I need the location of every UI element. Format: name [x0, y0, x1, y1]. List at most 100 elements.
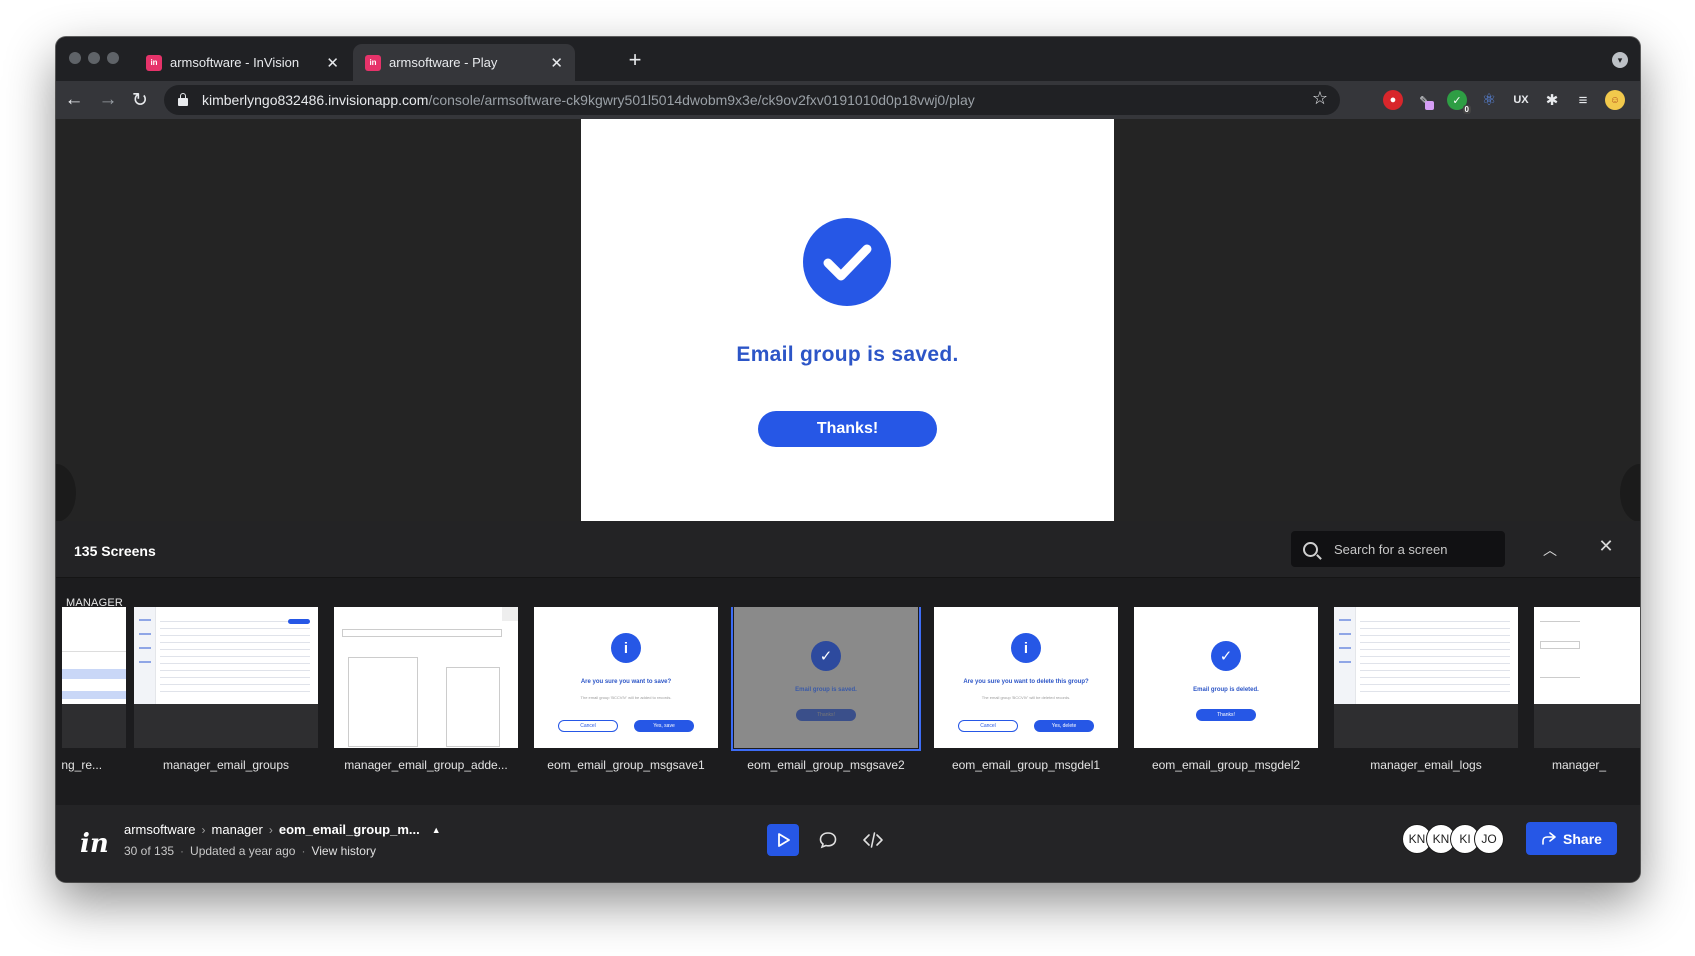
back-arrow-icon[interactable]: ← — [62, 88, 86, 112]
tab-title: armsoftware - Play — [389, 55, 498, 70]
screens-drawer: 135 Screens ︿ ✕ MANAGER ıting_re... — [56, 521, 1640, 805]
chevron-right-icon: › — [201, 822, 206, 837]
checkmark-icon: ✓ — [811, 641, 841, 671]
thumbnail-confirm: Yes, delete — [1034, 720, 1094, 732]
window-close-dot[interactable] — [69, 52, 81, 64]
thumbnail-confirm: Yes, save — [634, 720, 694, 732]
media-control-icon[interactable]: ≡ — [1573, 90, 1593, 110]
window-zoom-dot[interactable] — [107, 52, 119, 64]
success-message: Email group is saved. — [736, 343, 959, 366]
info-icon: i — [611, 633, 641, 663]
thumbnail-cancel: Cancel — [958, 720, 1018, 732]
search-icon — [1303, 541, 1318, 557]
shield-extension-icon[interactable]: ✓ 0 — [1447, 90, 1471, 114]
screen-thumbnail[interactable]: i Are you sure you want to delete this g… — [934, 607, 1118, 787]
bottom-bar: in armsoftware › manager › eom_email_gro… — [56, 805, 1640, 882]
avatar[interactable]: JO — [1474, 824, 1504, 854]
inspect-mode-button[interactable] — [857, 824, 889, 856]
new-tab-button[interactable]: + — [623, 47, 647, 73]
prototype-screen[interactable]: Email group is saved. Thanks! — [581, 119, 1114, 521]
screen-name: eom_email_group_msgdel1 — [951, 758, 1101, 772]
close-icon[interactable]: ✕ — [326, 54, 339, 72]
thumbnail-confirm: Thanks! — [1196, 709, 1256, 721]
code-icon — [863, 832, 883, 848]
preview-mode-button[interactable] — [767, 824, 799, 856]
prev-screen-handle[interactable] — [56, 464, 76, 522]
lock-icon — [178, 92, 188, 106]
tab-title: armsoftware - InVision — [170, 55, 300, 70]
window-minimize-dot[interactable] — [88, 52, 100, 64]
screen-thumbnail[interactable]: manager_email_logs — [1334, 607, 1518, 787]
bookmark-star-icon[interactable]: ☆ — [1312, 88, 1328, 109]
url-host: kimberlyngo832486.invisionapp.com — [202, 92, 429, 108]
screen-name: ıting_re... — [62, 758, 103, 772]
thumbnail-title: Email group is deleted. — [1193, 687, 1259, 693]
caret-up-icon[interactable]: ▲ — [432, 825, 441, 835]
chevron-up-icon[interactable]: ︿ — [1542, 540, 1558, 560]
adblock-extension-icon[interactable]: ● — [1383, 90, 1403, 110]
ux-extension-icon[interactable]: UX — [1511, 90, 1531, 110]
separator-dot: · — [180, 844, 185, 858]
screen-thumbnail[interactable]: i Are you sure you want to save? The ema… — [534, 607, 718, 787]
browser-window: in armsoftware - InVision ✕ in armsoftwa… — [56, 37, 1640, 882]
address-bar[interactable]: kimberlyngo832486.invisionapp.com/consol… — [164, 85, 1340, 115]
kebab-menu-icon[interactable]: ⋮ — [1636, 90, 1641, 110]
thumbnail-subtitle: The email group 'BCCVIV' will be deleted… — [981, 695, 1071, 700]
screen-thumbnail[interactable]: ıting_re... — [62, 607, 126, 787]
screen-name: eom_email_group_msgsave1 — [547, 758, 705, 772]
chevron-right-icon: › — [268, 822, 273, 837]
breadcrumb-project[interactable]: armsoftware — [124, 822, 196, 837]
screens-count: 135 Screens — [74, 543, 156, 559]
share-label: Share — [1563, 830, 1602, 847]
screen-thumbnail[interactable]: manager_ — [1534, 607, 1640, 787]
extension-badge: 0 — [1462, 105, 1471, 114]
invision-logo[interactable]: in — [80, 829, 109, 859]
share-button[interactable]: Share — [1526, 822, 1617, 855]
screen-name: eom_email_group_msgdel2 — [1151, 758, 1301, 772]
close-icon[interactable]: ✕ — [550, 54, 563, 72]
screen-search[interactable] — [1291, 531, 1505, 567]
checkmark-icon: ✓ — [1211, 641, 1241, 671]
thumbnail-title: Are you sure you want to delete this gro… — [963, 679, 1089, 685]
thanks-button[interactable]: Thanks! — [758, 411, 937, 447]
color-picker-extension-icon[interactable]: ✎ — [1414, 90, 1434, 110]
url-text[interactable]: kimberlyngo832486.invisionapp.com/consol… — [202, 92, 975, 108]
separator-dot: · — [301, 844, 306, 858]
comment-mode-button[interactable] — [812, 824, 844, 856]
checkmark-icon — [803, 218, 891, 306]
play-icon — [778, 833, 790, 847]
screen-meta: 30 of 135 · Updated a year ago · View hi… — [124, 844, 376, 858]
tab-play[interactable]: in armsoftware - Play ✕ — [353, 44, 575, 81]
search-input[interactable] — [1334, 541, 1484, 557]
url-path: /console/armsoftware-ck9kgwry501l5014dwo… — [428, 92, 975, 108]
screen-thumbnail-selected[interactable]: ✓ Email group is saved. Thanks! eom_emai… — [731, 607, 921, 787]
invision-icon: in — [365, 54, 381, 71]
forward-arrow-icon[interactable]: → — [96, 88, 120, 112]
screen-thumbnail[interactable]: ✓ Email group is deleted. Thanks! eom_em… — [1134, 607, 1318, 787]
react-extension-icon[interactable]: ⚛ — [1479, 90, 1499, 110]
breadcrumb-section[interactable]: manager — [212, 822, 263, 837]
share-icon — [1542, 832, 1556, 845]
screen-name: manager_email_group_adde... — [344, 758, 508, 772]
screen-name: manager_email_groups — [162, 758, 290, 772]
tab-invision[interactable]: in armsoftware - InVision ✕ — [134, 44, 351, 81]
close-icon[interactable]: ✕ — [1598, 536, 1614, 557]
screen-position: 30 of 135 — [124, 844, 175, 858]
breadcrumb-screen[interactable]: eom_email_group_m... — [279, 822, 420, 837]
puzzle-icon[interactable]: ✱ — [1542, 90, 1562, 110]
collaborator-avatars: KN KN KI JO — [1402, 824, 1512, 856]
screen-name: eom_email_group_msgsave2 — [747, 758, 905, 772]
thumbnail-cancel: Cancel — [558, 720, 618, 732]
profile-avatar-icon[interactable]: ☺ — [1605, 90, 1625, 110]
screen-thumbnail[interactable]: manager_email_groups — [134, 607, 318, 787]
view-history-link[interactable]: View history — [311, 844, 375, 858]
thumbnail-confirm: Thanks! — [796, 709, 856, 721]
thumbnail-title: Are you sure you want to save? — [580, 679, 672, 685]
chevron-down-icon[interactable]: ▾ — [1612, 52, 1628, 68]
info-icon: i — [1011, 633, 1041, 663]
screen-name: manager_email_logs — [1370, 758, 1482, 772]
screen-name: manager_ — [1552, 758, 1607, 772]
reload-icon[interactable]: ↻ — [128, 88, 152, 112]
next-screen-handle[interactable] — [1620, 464, 1640, 522]
screen-thumbnail[interactable]: manager_email_group_adde... — [334, 607, 518, 787]
